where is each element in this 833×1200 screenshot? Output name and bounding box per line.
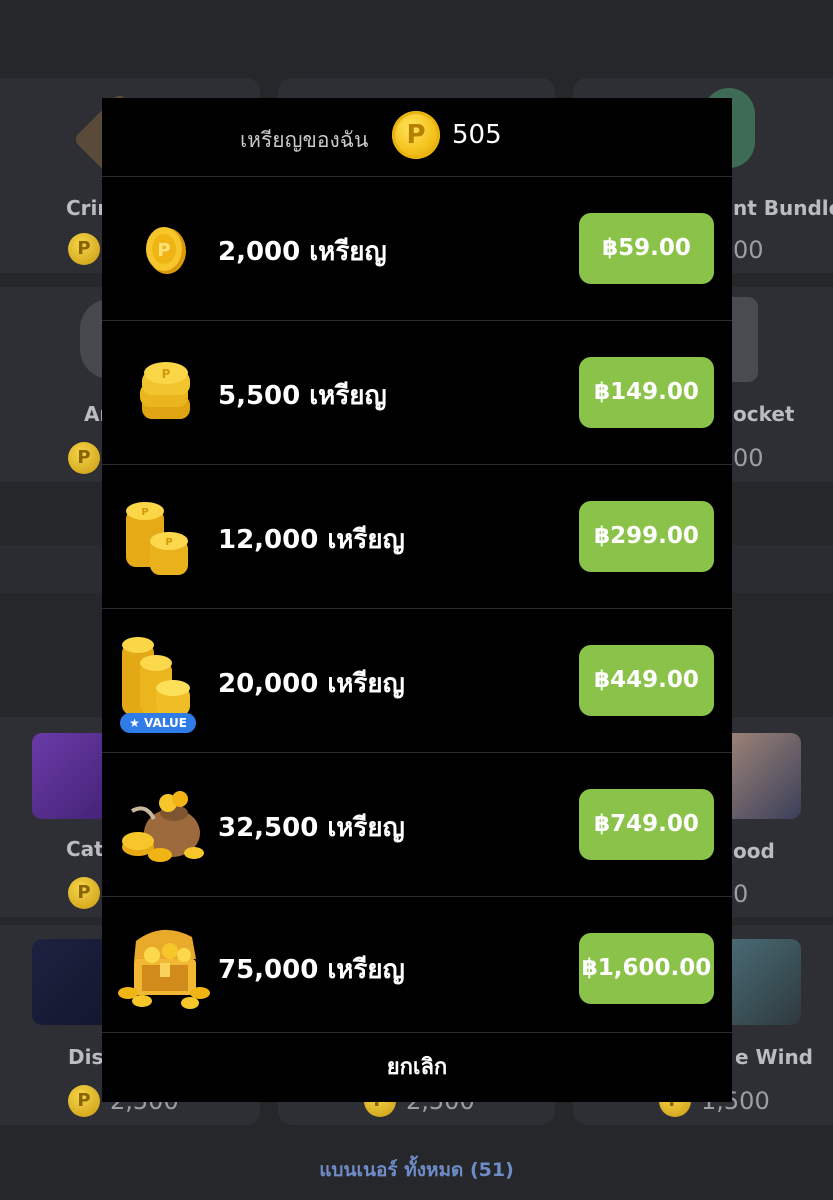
package-amount: 5,500 เหรียญ <box>218 381 387 411</box>
svg-text:P: P <box>162 367 171 381</box>
buy-button[interactable]: ฿1,600.00 <box>579 933 714 1004</box>
coin-bag-icon <box>112 775 212 875</box>
coin-package-row[interactable]: ★ VALUE 20,000 เหรียญ ฿449.00 <box>102 609 732 753</box>
item-price: 00 <box>733 444 764 472</box>
balance-label: เหรียญของฉัน <box>240 128 369 152</box>
item-name: nt Bundle <box>733 196 833 220</box>
buy-button[interactable]: ฿299.00 <box>579 501 714 572</box>
package-amount: 12,000 เหรียญ <box>218 525 405 555</box>
coin-tower-icon: ★ VALUE <box>112 631 212 733</box>
svg-text:P: P <box>165 537 172 548</box>
coin-package-row[interactable]: P 5,500 เหรียญ ฿149.00 <box>102 321 732 465</box>
svg-text:P: P <box>157 240 170 261</box>
coin-icon: P <box>68 233 100 265</box>
coin-icon: P <box>68 1085 100 1117</box>
coin-package-row[interactable]: 32,500 เหรียญ ฿749.00 <box>102 753 732 897</box>
coin-package-row[interactable]: 75,000 เหรียญ ฿1,600.00 <box>102 897 732 1033</box>
balance-header: เหรียญของฉัน P 505 <box>102 98 732 177</box>
item-name: ood <box>733 839 775 863</box>
item-name: ocket <box>733 402 795 426</box>
package-amount: 2,000 เหรียญ <box>218 237 387 267</box>
coin-stack-icon: P <box>112 343 212 443</box>
balance-value: 505 <box>452 120 502 150</box>
item-price: 0 <box>733 880 749 908</box>
treasure-chest-icon <box>112 919 212 1019</box>
single-coin-icon: P <box>112 199 212 299</box>
buy-button[interactable]: ฿149.00 <box>579 357 714 428</box>
buy-button[interactable]: ฿59.00 <box>579 213 714 284</box>
cancel-button[interactable]: ยกเลิก <box>102 1033 732 1102</box>
coin-icon: P <box>392 111 440 159</box>
all-banners-link[interactable]: แบนเนอร์ ทั้งหมด (51) <box>0 1155 833 1185</box>
buy-button[interactable]: ฿749.00 <box>579 789 714 860</box>
item-name: e Wind <box>735 1045 813 1069</box>
coin-package-row[interactable]: P 2,000 เหรียญ ฿59.00 <box>102 177 732 321</box>
value-badge: ★ VALUE <box>120 713 196 733</box>
coin-package-row[interactable]: P P 12,000 เหรียญ ฿299.00 <box>102 465 732 609</box>
package-amount: 32,500 เหรียญ <box>218 813 405 843</box>
package-amount: 75,000 เหรียญ <box>218 955 405 985</box>
coin-icon: P <box>68 442 100 474</box>
item-name: Cat <box>66 837 104 861</box>
coin-icon: P <box>68 877 100 909</box>
package-amount: 20,000 เหรียญ <box>218 669 405 699</box>
coin-purchase-modal: เหรียญของฉัน P 505 P 2,000 เหรียญ ฿59.00… <box>102 98 732 1102</box>
item-name: Dis <box>68 1045 104 1069</box>
coin-stacks-icon: P P <box>112 487 212 587</box>
buy-button[interactable]: ฿449.00 <box>579 645 714 716</box>
item-price: 00 <box>733 236 764 264</box>
svg-text:P: P <box>141 507 148 518</box>
